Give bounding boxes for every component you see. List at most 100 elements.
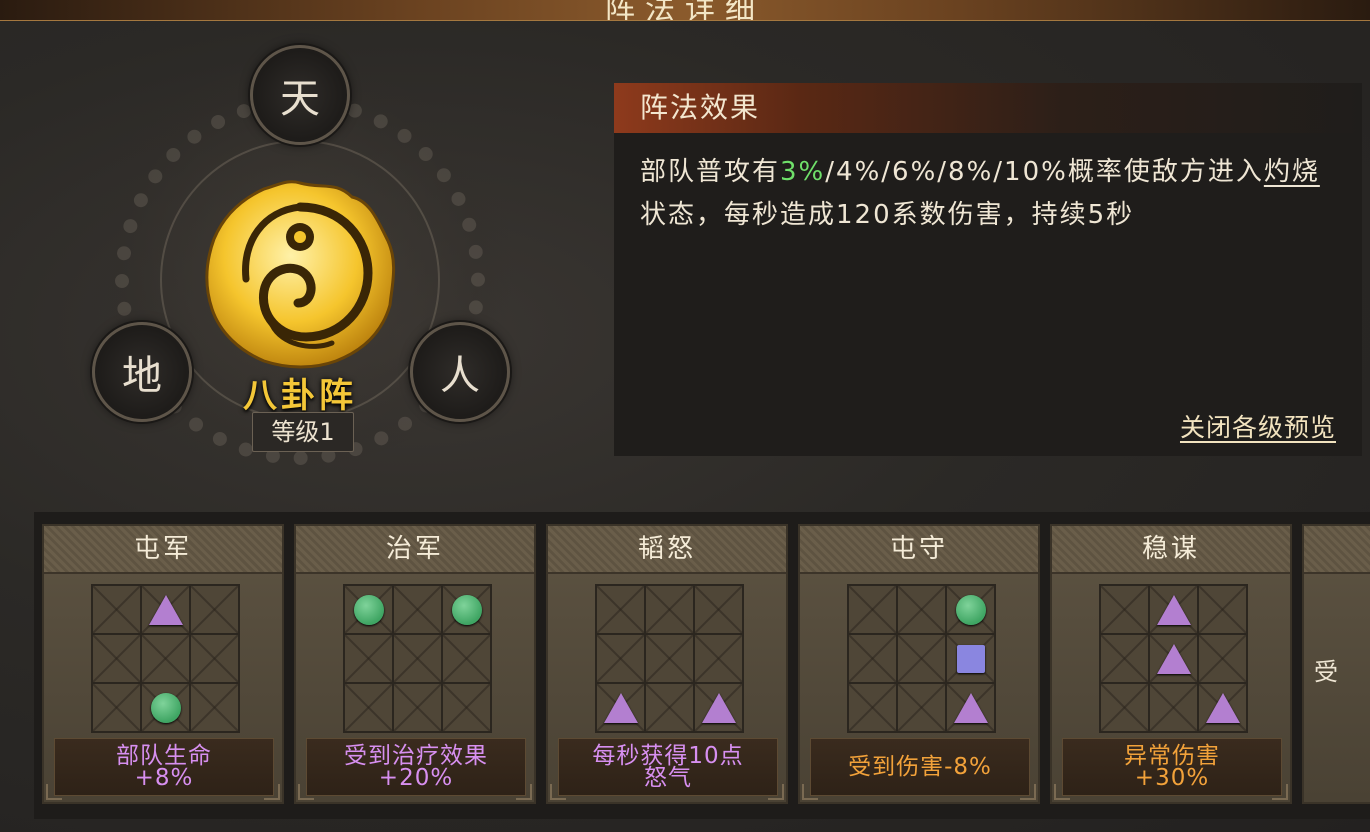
card-title xyxy=(1304,526,1370,574)
effect-title: 阵法效果 xyxy=(614,83,1362,133)
grid-cell xyxy=(1198,585,1247,634)
card-effect-line1: 异常伤害 xyxy=(1124,743,1220,769)
grid-cell xyxy=(946,585,995,634)
card-corner-ornament xyxy=(46,784,62,800)
grid-cell xyxy=(596,683,645,732)
triangle-icon xyxy=(1205,692,1240,723)
grid-cell xyxy=(848,634,897,683)
card-effect-line2: 怒气 xyxy=(644,765,692,791)
card-effect-text: 部队生命 +8% xyxy=(116,743,212,791)
yin-yang-flame-icon xyxy=(205,180,396,369)
grid-cell xyxy=(393,585,442,634)
card-effect: 异常伤害 +30% xyxy=(1062,738,1282,796)
grid-cell xyxy=(393,683,442,732)
triangle-icon xyxy=(701,692,736,723)
triangle-icon xyxy=(148,594,183,625)
square-icon xyxy=(956,644,985,673)
card-effect-line2: +8% xyxy=(134,765,194,791)
grid-cell xyxy=(645,683,694,732)
formation-grid xyxy=(1099,584,1248,733)
card-title: 韬怒 xyxy=(548,526,786,574)
circle-icon xyxy=(353,594,384,625)
grid-cell xyxy=(645,585,694,634)
grid-cell xyxy=(1149,634,1198,683)
triangle-icon xyxy=(603,692,638,723)
grid-cell xyxy=(645,634,694,683)
card-corner-ornament xyxy=(1054,784,1070,800)
card-effect: 受到治疗效果 +20% xyxy=(306,738,526,796)
triangle-icon xyxy=(1156,643,1191,674)
node-earth[interactable]: 地 xyxy=(92,322,192,422)
grid-cell xyxy=(596,585,645,634)
grid-cell xyxy=(190,634,239,683)
formation-name: 八卦阵 xyxy=(243,376,357,416)
card-corner-ornament xyxy=(298,784,314,800)
effect-current-value: 3% xyxy=(780,157,826,187)
node-earth-glyph: 地 xyxy=(122,353,162,399)
circle-icon xyxy=(150,692,181,723)
card-corner-ornament xyxy=(802,784,818,800)
grid-cell xyxy=(848,585,897,634)
card-effect: 部队生命 +8% xyxy=(54,738,274,796)
card-corner-ornament xyxy=(516,784,532,800)
grid-cell xyxy=(596,634,645,683)
card-desc-partial: 受 xyxy=(1314,658,1338,686)
card-effect-line1: 每秒获得10点 xyxy=(592,743,744,769)
burn-status-link[interactable]: 灼烧 xyxy=(1264,157,1320,187)
card-effect-text: 受到治疗效果 +20% xyxy=(344,743,488,790)
circle-icon xyxy=(955,594,986,625)
formation-level: 等级1 xyxy=(252,412,354,452)
circle-icon xyxy=(451,594,482,625)
card-title: 治军 xyxy=(296,526,534,574)
formation-card[interactable]: 稳谋异常伤害 +30% xyxy=(1050,524,1292,804)
grid-cell xyxy=(1100,683,1149,732)
node-human[interactable]: 人 xyxy=(410,322,510,422)
grid-cell xyxy=(344,634,393,683)
card-effect: 每秒获得10点 怒气 xyxy=(558,738,778,796)
grid-cell xyxy=(190,585,239,634)
formation-grid xyxy=(343,584,492,733)
grid-cell xyxy=(141,634,190,683)
grid-cell xyxy=(694,683,743,732)
grid-cell xyxy=(344,683,393,732)
card-title: 屯军 xyxy=(44,526,282,574)
card-effect: 受到伤害-8% xyxy=(810,738,1030,796)
grid-cell xyxy=(946,634,995,683)
node-heaven[interactable]: 天 xyxy=(250,45,350,145)
formation-card[interactable]: 韬怒每秒获得10点 怒气 xyxy=(546,524,788,804)
node-human-glyph: 人 xyxy=(440,353,480,399)
formation-emblem: 天 地 人 八卦阵 等级1 xyxy=(80,40,530,470)
card-effect-text: 每秒获得10点 怒气 xyxy=(592,743,744,791)
grid-cell xyxy=(694,585,743,634)
card-effect-line1: 受到治疗效果 xyxy=(344,743,488,769)
effect-text-mid: /4%/6%/8%/10%概率使敌方进入 xyxy=(825,157,1264,187)
card-effect-text: 异常伤害 +30% xyxy=(1124,743,1220,790)
card-corner-ornament xyxy=(550,784,566,800)
grid-cell xyxy=(946,683,995,732)
grid-cell xyxy=(442,585,491,634)
card-title: 稳谋 xyxy=(1052,526,1290,574)
formation-card-partial[interactable]: 受 xyxy=(1302,524,1370,804)
grid-cell xyxy=(393,634,442,683)
formation-card[interactable]: 治军受到治疗效果 +20% xyxy=(294,524,536,804)
formation-card[interactable]: 屯军部队生命 +8% xyxy=(42,524,284,804)
formation-grid xyxy=(595,584,744,733)
effect-text-suffix: 状态，每秒造成120系数伤害，持续5秒 xyxy=(640,200,1135,230)
grid-cell xyxy=(1149,683,1198,732)
grid-cell xyxy=(694,634,743,683)
card-title: 屯守 xyxy=(800,526,1038,574)
card-effect-line1: 部队生命 xyxy=(116,743,212,769)
grid-cell xyxy=(1149,585,1198,634)
effect-description: 部队普攻有3%/4%/6%/8%/10%概率使敌方进入灼烧状态，每秒造成120系… xyxy=(614,133,1362,237)
effect-panel: 阵法效果 部队普攻有3%/4%/6%/8%/10%概率使敌方进入灼烧状态，每秒造… xyxy=(614,83,1362,456)
card-corner-ornament xyxy=(768,784,784,800)
grid-cell xyxy=(442,634,491,683)
grid-cell xyxy=(1100,634,1149,683)
close-preview-link[interactable]: 关闭各级预览 xyxy=(1180,408,1336,444)
formation-card[interactable]: 屯守受到伤害-8% xyxy=(798,524,1040,804)
card-effect-line1: 受到伤害-8% xyxy=(848,754,992,780)
triangle-icon xyxy=(953,692,988,723)
grid-cell xyxy=(897,683,946,732)
grid-cell xyxy=(190,683,239,732)
grid-cell xyxy=(344,585,393,634)
